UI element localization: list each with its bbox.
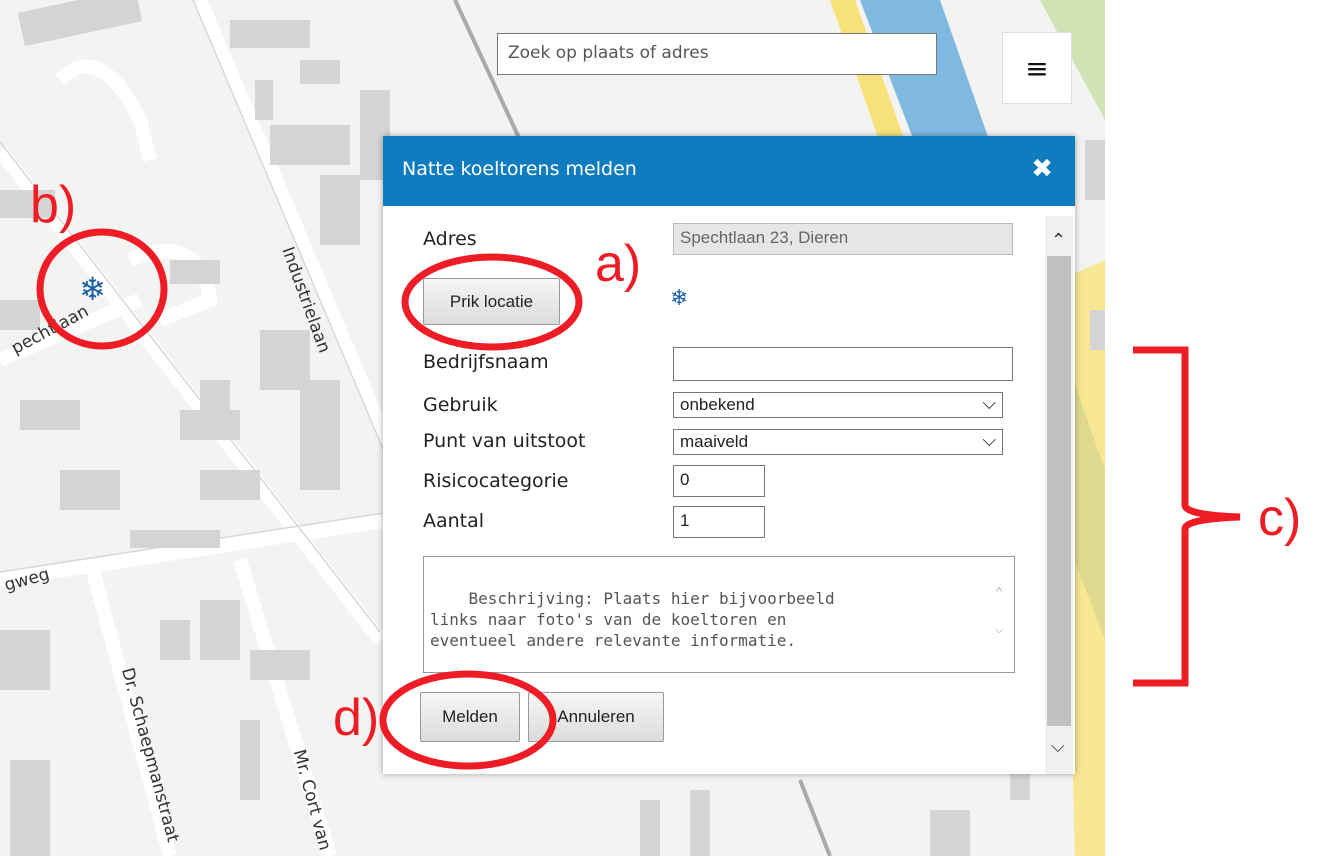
gebruik-label: Gebruik [423,394,498,416]
dialog-scrollbar[interactable]: ⌃ ⌵ [1045,216,1073,774]
dialog-title: Natte koeltorens melden [402,158,637,180]
hamburger-icon: ≡ [1025,51,1049,85]
gebruik-select[interactable]: onbekend ⌵ [673,392,1003,418]
chevron-down-icon: ⌵ [982,430,996,450]
menu-button[interactable]: ≡ [1002,32,1072,104]
annotation-label-d: d) [333,689,380,747]
snowflake-marker-icon[interactable]: ❄ [79,270,106,308]
search-input[interactable]: Zoek op plaats of adres [497,33,937,75]
report-dialog: Natte koeltorens melden ✖ Adres Spechtla… [383,136,1075,774]
adres-field[interactable]: Spechtlaan 23, Dieren [673,223,1013,255]
uitstoot-select[interactable]: maaiveld ⌵ [673,429,1003,455]
scroll-thumb[interactable] [1047,256,1071,726]
beschrijving-text: Beschrijving: Plaats hier bijvoorbeeld l… [430,589,835,650]
annotation-label-b: b) [30,176,77,234]
risico-label: Risicocategorie [423,470,569,492]
beschrijving-textarea[interactable]: Beschrijving: Plaats hier bijvoorbeeld l… [423,556,1015,673]
bedrijfsnaam-label: Bedrijfsnaam [423,351,549,373]
annuleren-button[interactable]: Annuleren [528,692,664,742]
melden-button[interactable]: Melden [420,692,520,742]
textarea-scrollbar[interactable]: ⌃ ⌵ [988,557,1014,672]
annotation-label-a: a) [595,235,642,293]
aantal-field[interactable]: 1 [673,506,765,538]
bedrijfsnaam-field[interactable] [673,347,1013,381]
risico-field[interactable]: 0 [673,465,765,497]
prik-locatie-button[interactable]: Prik locatie [423,278,560,325]
dialog-header: Natte koeltorens melden ✖ [383,136,1075,206]
uitstoot-label: Punt van uitstoot [423,430,586,452]
chevron-down-icon: ⌵ [995,621,1004,637]
chevron-down-icon[interactable]: ⌵ [1051,736,1065,757]
adres-label: Adres [423,228,477,250]
annotation-label-c: c) [1258,489,1302,547]
chevron-up-icon: ⌃ [995,585,1004,601]
gebruik-select-value: onbekend [680,395,755,414]
annotation-bracket-c [1133,346,1241,687]
snowflake-icon: ❄ [670,286,689,311]
chevron-up-icon[interactable]: ⌃ [1051,230,1066,251]
chevron-down-icon: ⌵ [982,393,996,413]
aantal-label: Aantal [423,510,485,532]
uitstoot-select-value: maaiveld [680,432,749,451]
close-icon[interactable]: ✖ [1031,156,1053,182]
